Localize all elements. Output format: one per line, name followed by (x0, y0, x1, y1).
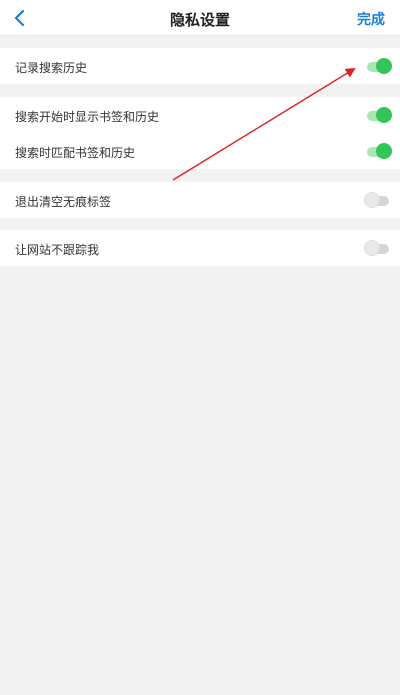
do-not-track-toggle[interactable] (364, 240, 391, 256)
setting-label: 让网站不跟踪我 (15, 243, 100, 257)
setting-row-match-bookmarks: 搜索时匹配书签和历史 (0, 133, 400, 169)
setting-label: 退出清空无痕标签 (15, 195, 112, 209)
toggle-knob (376, 58, 392, 74)
setting-row-do-not-track: 让网站不跟踪我 (0, 230, 400, 266)
show-on-start-toggle[interactable] (366, 107, 392, 123)
setting-label: 记录搜索历史 (15, 61, 88, 75)
record-history-toggle[interactable] (366, 58, 392, 74)
settings-group-search: 搜索开始时显示书签和历史 搜索时匹配书签和历史 (0, 97, 400, 169)
settings-group-incognito: 退出清空无痕标签 (0, 182, 400, 218)
page-title: 隐私设置 (169, 11, 230, 29)
toggle-knob (364, 240, 380, 256)
clear-incognito-toggle[interactable] (364, 192, 391, 208)
setting-label: 搜索时匹配书签和历史 (15, 146, 136, 160)
navigation-bar: 隐私设置 完成 (0, 0, 400, 36)
settings-group-history: 记录搜索历史 (0, 48, 400, 84)
setting-row-clear-incognito: 退出清空无痕标签 (0, 182, 400, 218)
setting-row-show-on-start: 搜索开始时显示书签和历史 (0, 97, 400, 133)
setting-label: 搜索开始时显示书签和历史 (15, 110, 160, 124)
toggle-knob (364, 192, 380, 208)
toggle-knob (376, 143, 392, 159)
setting-row-record-history: 记录搜索历史 (0, 48, 400, 84)
done-button[interactable]: 完成 (357, 9, 385, 29)
settings-group-tracking: 让网站不跟踪我 (0, 230, 400, 266)
toggle-knob (376, 107, 392, 123)
match-bookmarks-toggle[interactable] (366, 143, 392, 159)
